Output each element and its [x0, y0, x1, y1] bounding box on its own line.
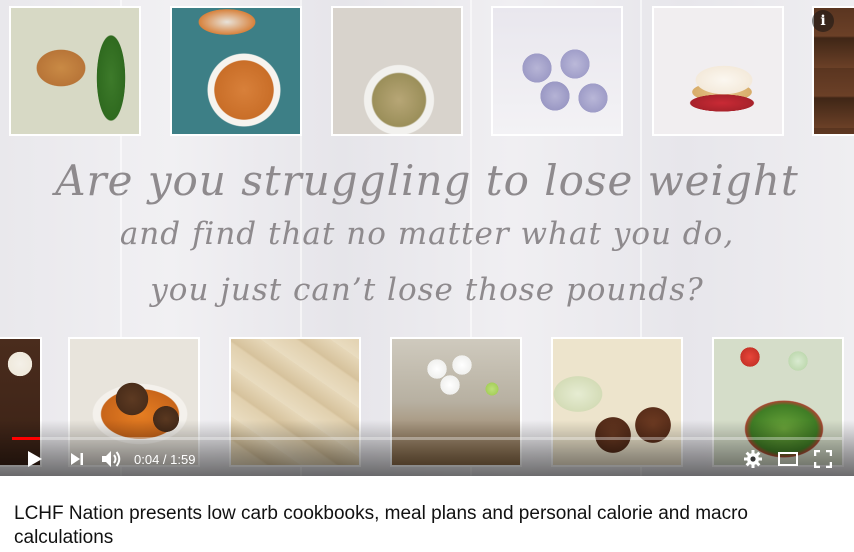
headline-line-1: Are you struggling to lose weight — [55, 156, 799, 205]
food-tile-meatball-soup-bowl — [331, 6, 463, 136]
headline-band: Are you struggling to lose weight and fi… — [0, 148, 854, 328]
headline-line-3: you just can’t lose those pounds? — [150, 272, 704, 308]
video-player[interactable]: Are you struggling to lose weight and fi… — [0, 0, 854, 476]
headline-line-2: and find that no matter what you do, — [119, 216, 735, 252]
food-tile-blueberry-fat-bombs — [491, 6, 623, 136]
food-tile-pumpkin-custard-ramekins — [170, 6, 302, 136]
food-tile-chicken-with-green-beans — [9, 6, 141, 136]
gear-icon — [744, 450, 762, 468]
theater-icon — [778, 452, 798, 466]
play-button[interactable] — [24, 448, 46, 470]
controls-gradient — [0, 420, 854, 476]
time-display: 0:04 / 1:59 — [134, 451, 196, 467]
settings-button[interactable] — [742, 448, 764, 470]
next-button[interactable] — [66, 448, 88, 470]
food-tile-strawberry-shortcake — [652, 6, 784, 136]
fullscreen-button[interactable] — [812, 448, 834, 470]
skip-next-icon — [71, 453, 83, 465]
play-icon — [28, 451, 42, 467]
progress-bar-played — [12, 437, 41, 440]
volume-icon — [102, 451, 121, 467]
volume-button[interactable] — [100, 448, 124, 470]
fullscreen-icon — [814, 450, 832, 468]
theater-mode-button[interactable] — [776, 448, 800, 470]
video-title: LCHF Nation presents low carb cookbooks,… — [14, 503, 748, 548]
progress-bar[interactable] — [12, 437, 842, 440]
info-icon[interactable]: i — [812, 10, 834, 32]
